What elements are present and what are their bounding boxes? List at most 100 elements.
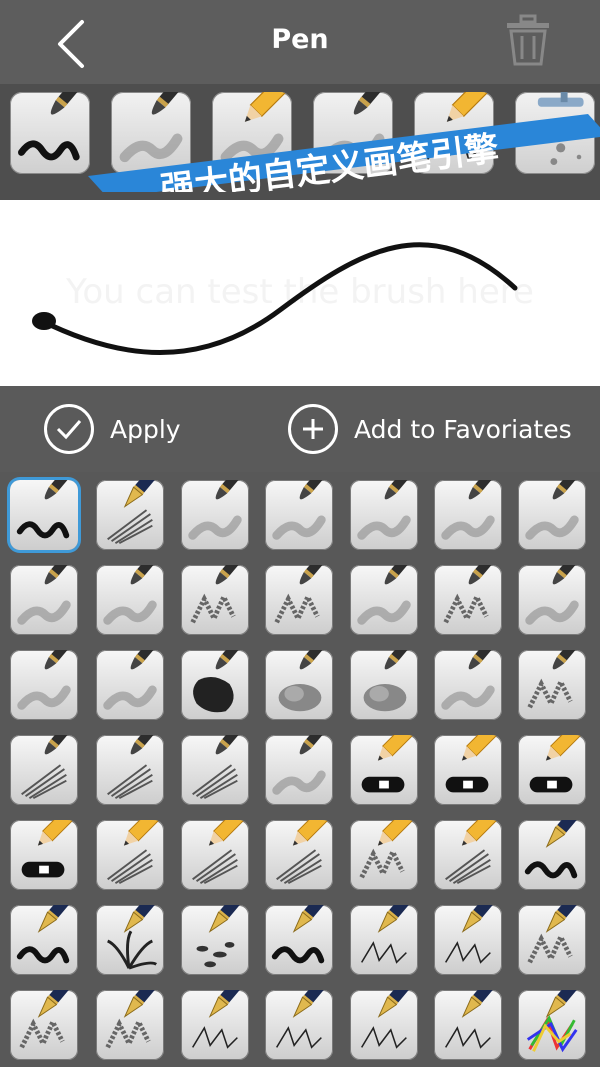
brush-tile[interactable] — [181, 820, 249, 890]
brush-tile[interactable] — [265, 905, 333, 975]
brush-icon — [525, 480, 580, 540]
brush-tile[interactable] — [434, 990, 502, 1060]
brush-tile[interactable] — [265, 480, 333, 550]
brush-icon — [107, 735, 158, 800]
brush-tile[interactable] — [96, 905, 164, 975]
brush-tile[interactable] — [10, 990, 78, 1060]
brush-tile[interactable] — [350, 735, 418, 805]
brush-icon — [17, 565, 72, 625]
pencil-icon — [21, 820, 74, 878]
brush-tile[interactable] — [96, 565, 164, 635]
brush-icon — [103, 565, 158, 625]
add-to-favorites-button[interactable]: Add to Favoriates — [288, 402, 572, 456]
pen-icon — [360, 990, 413, 1049]
brush-tile[interactable] — [96, 480, 164, 550]
brush-tile[interactable] — [10, 820, 78, 890]
brush-tile[interactable] — [350, 565, 418, 635]
brush-tile[interactable] — [518, 735, 586, 805]
brush-tile[interactable] — [350, 905, 418, 975]
trash-icon[interactable] — [505, 14, 551, 66]
brush-tile[interactable] — [181, 990, 249, 1060]
pen-icon — [107, 905, 159, 970]
brush-tile[interactable] — [265, 565, 333, 635]
pencil-icon — [276, 820, 329, 885]
brush-tile[interactable] — [10, 905, 78, 975]
brush-icon — [363, 650, 412, 712]
add-to-favorites-label: Add to Favoriates — [354, 414, 572, 444]
brush-icon — [16, 480, 72, 539]
brush-tile[interactable] — [518, 820, 586, 890]
brush-tile[interactable] — [10, 480, 78, 550]
brush-icon — [272, 480, 327, 540]
pen-icon — [271, 905, 328, 964]
brush-tile[interactable] — [434, 565, 502, 635]
brush-tile[interactable] — [350, 820, 418, 890]
brush-test-canvas[interactable]: You can test the brush here — [0, 200, 600, 386]
pen-icon — [526, 990, 581, 1053]
brush-tile[interactable] — [518, 905, 586, 975]
brush-tile[interactable] — [96, 650, 164, 720]
checkmark-icon — [44, 404, 94, 454]
brush-tile[interactable] — [350, 990, 418, 1060]
action-bar: Apply Add to Favoriates — [0, 386, 600, 472]
brush-tile[interactable] — [265, 650, 333, 720]
navigation-bar: Pen — [0, 0, 600, 84]
brush-tile[interactable] — [518, 650, 586, 720]
brush-icon — [278, 650, 327, 712]
brush-tile[interactable] — [181, 480, 249, 550]
brush-tile[interactable] — [96, 820, 164, 890]
brush-tile[interactable] — [265, 820, 333, 890]
brush-tile[interactable] — [350, 650, 418, 720]
brush-tile[interactable] — [518, 480, 586, 550]
brush-tile[interactable] — [10, 650, 78, 720]
brush-tile[interactable] — [181, 650, 249, 720]
brush-icon — [443, 565, 496, 625]
brush-tile[interactable] — [10, 565, 78, 635]
brush-icon — [274, 565, 327, 625]
brush-tile[interactable] — [434, 650, 502, 720]
brush-icon — [527, 650, 580, 710]
brush-tile[interactable] — [96, 735, 164, 805]
brush-tile[interactable] — [181, 905, 249, 975]
brush-tile[interactable] — [518, 990, 586, 1060]
pen-icon — [360, 905, 413, 964]
brush-tile[interactable] — [181, 565, 249, 635]
brush-tile[interactable] — [265, 990, 333, 1060]
brush-tile[interactable] — [265, 735, 333, 805]
brush-icon — [18, 92, 83, 161]
brush-icon — [272, 735, 327, 795]
pen-icon — [444, 990, 497, 1049]
brush-tile[interactable] — [518, 565, 586, 635]
pen-icon — [196, 905, 244, 968]
promo-banner-text: 强大的自定义画笔引擎 — [159, 129, 501, 192]
brush-grid — [0, 472, 600, 1067]
brush-tile[interactable] — [350, 480, 418, 550]
brush-tile[interactable] — [434, 905, 502, 975]
brush-icon — [192, 735, 243, 800]
brush-tile[interactable] — [10, 735, 78, 805]
brush-tile[interactable] — [434, 820, 502, 890]
pen-icon — [19, 990, 73, 1050]
brush-tile[interactable] — [434, 480, 502, 550]
brush-icon — [441, 480, 496, 540]
pen-icon — [527, 905, 581, 965]
promo-banner: 强大的自定义画笔引擎 — [88, 114, 600, 192]
brush-icon — [21, 735, 72, 800]
brush-tile[interactable] — [181, 735, 249, 805]
brush-icon — [441, 650, 496, 710]
brush-icon — [525, 565, 580, 625]
plus-icon — [288, 404, 338, 454]
apply-button[interactable]: Apply — [44, 402, 181, 456]
pencil-icon — [529, 735, 582, 793]
favorite-brushes-bar: 强大的自定义画笔引擎 — [0, 84, 600, 200]
pencil-icon — [359, 820, 414, 880]
pen-icon — [191, 990, 244, 1049]
brush-tile[interactable] — [96, 990, 164, 1060]
pencil-icon — [445, 820, 498, 885]
brush-tile[interactable] — [434, 735, 502, 805]
pen-icon — [275, 990, 328, 1049]
pencil-icon — [361, 735, 414, 793]
pen-icon — [105, 990, 159, 1050]
favorite-brush-1[interactable] — [10, 92, 90, 174]
brush-icon — [190, 565, 243, 625]
